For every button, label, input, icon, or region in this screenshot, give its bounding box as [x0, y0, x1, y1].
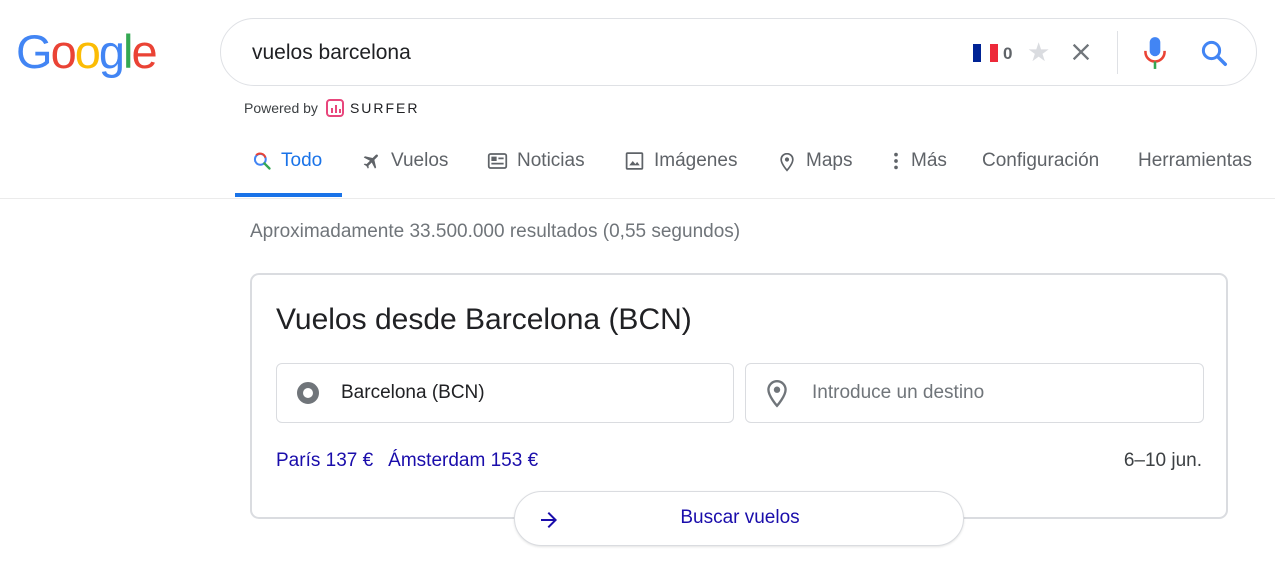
logo-letter: l: [122, 25, 134, 78]
logo-letter: o: [50, 25, 77, 78]
flights-card: Vuelos desde Barcelona (BCN) Barcelona (…: [250, 273, 1228, 519]
map-pin-icon: [767, 379, 787, 408]
more-vertical-icon: [894, 152, 898, 170]
origin-circle-icon: [297, 382, 319, 404]
result-stats: Aproximadamente 33.500.000 resultados (0…: [250, 221, 741, 242]
origin-field[interactable]: Barcelona (BCN): [276, 363, 734, 423]
origin-value: Barcelona (BCN): [341, 382, 485, 403]
tab-label: Vuelos: [391, 150, 449, 171]
active-tab-indicator: [235, 193, 342, 197]
tabs-divider: [0, 198, 1275, 199]
tab-label: Todo: [281, 150, 323, 171]
tab-label: Más: [911, 150, 947, 171]
tab-noticias[interactable]: Noticias: [487, 150, 585, 196]
search-divider: [1117, 31, 1118, 74]
tab-todo[interactable]: Todo: [252, 150, 322, 196]
tab-herramientas[interactable]: Herramientas: [1138, 150, 1252, 196]
flag-france-icon[interactable]: [973, 44, 998, 62]
image-icon: [625, 152, 644, 170]
plane-icon: [363, 154, 378, 169]
search-icon[interactable]: [1199, 38, 1229, 68]
logo-letter: g: [98, 25, 125, 78]
flight-deals: París 137 € Ámsterdam 153 €: [276, 450, 553, 472]
clear-icon[interactable]: [1067, 38, 1095, 66]
deal-link[interactable]: París 137 €: [276, 450, 373, 472]
tab-label: Herramientas: [1138, 150, 1253, 171]
news-icon: [487, 153, 508, 169]
logo-letter: G: [16, 25, 53, 78]
tab-label: Imágenes: [654, 150, 738, 171]
map-pin-icon: [780, 152, 794, 172]
flag-count: 0: [1003, 44, 1013, 63]
flights-title[interactable]: Vuelos desde Barcelona (BCN): [276, 303, 692, 337]
powered-by: Powered by SURFER: [244, 99, 420, 117]
tab-label: Maps: [806, 150, 853, 171]
search-flights-button[interactable]: Buscar vuelos: [514, 491, 964, 546]
tab-label: Configuración: [982, 150, 1100, 171]
surfer-logo-icon: [325, 99, 344, 117]
travel-dates: 6–10 jun.: [1123, 450, 1202, 471]
destination-placeholder: Introduce un destino: [812, 382, 985, 403]
search-input[interactable]: vuelos barcelona: [252, 41, 411, 65]
tab-imagenes[interactable]: Imágenes: [624, 150, 737, 196]
google-logo[interactable]: G o o g l e: [16, 25, 158, 78]
logo-letter: e: [131, 25, 157, 78]
mic-icon[interactable]: [1142, 36, 1168, 70]
deal-link[interactable]: Ámsterdam 153 €: [388, 450, 538, 472]
search-icon: [253, 152, 271, 170]
search-box[interactable]: vuelos barcelona 0 ★: [220, 18, 1257, 86]
tab-vuelos[interactable]: Vuelos: [362, 150, 448, 196]
destination-field[interactable]: Introduce un destino: [745, 363, 1204, 423]
surfer-brand[interactable]: SURFER: [350, 100, 420, 116]
tab-label: Noticias: [517, 150, 585, 171]
logo-letter: o: [74, 25, 101, 78]
tab-configuracion[interactable]: Configuración: [982, 150, 1099, 196]
powered-by-label: Powered by: [244, 100, 318, 116]
search-flights-label: Buscar vuelos: [680, 507, 800, 528]
tab-mas[interactable]: Más: [890, 150, 947, 196]
star-icon[interactable]: ★: [1027, 37, 1050, 68]
tab-maps[interactable]: Maps: [777, 150, 852, 196]
